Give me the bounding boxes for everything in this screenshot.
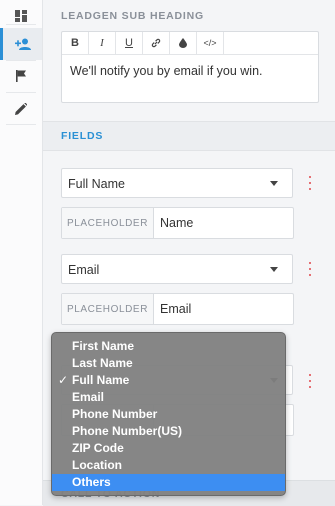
option-label: Others <box>72 475 111 489</box>
link-button[interactable] <box>143 32 170 54</box>
field-type-value: Full Name <box>68 177 125 191</box>
color-button[interactable] <box>170 32 197 54</box>
dropdown-option[interactable]: ZIP Code <box>52 440 285 457</box>
field-type-dropdown-menu[interactable]: First Name Last Name ✓ Full Name Email P… <box>51 332 286 496</box>
dropdown-option[interactable]: Phone Number(US) <box>52 423 285 440</box>
placeholder-label: PLACEHOLDER <box>62 208 154 238</box>
chevron-down-icon <box>270 181 278 186</box>
sub-heading-label: LEADGEN SUB HEADING <box>61 10 204 22</box>
option-label: ZIP Code <box>72 441 124 455</box>
dropdown-option[interactable]: Last Name <box>52 355 285 372</box>
fields-section-title: FIELDS <box>61 130 104 142</box>
sidebar-item-add-user[interactable] <box>0 28 42 60</box>
fields-section-header[interactable]: FIELDS <box>43 121 335 151</box>
checkmark-icon: ✓ <box>58 373 69 387</box>
sidebar-rail <box>0 0 43 505</box>
dropdown-option[interactable]: Location <box>52 457 285 474</box>
pencil-icon <box>15 103 27 115</box>
drop-icon <box>179 38 187 48</box>
option-label: Full Name <box>72 373 130 387</box>
dropdown-option[interactable]: First Name <box>52 338 285 355</box>
field-type-value: Email <box>68 263 100 277</box>
add-user-icon <box>14 38 31 50</box>
chevron-down-icon <box>270 267 278 272</box>
option-label: Email <box>72 390 105 404</box>
link-icon <box>151 38 161 48</box>
field-options-kebab-icon[interactable] <box>309 176 313 190</box>
sub-heading-editor[interactable]: B I U </> We'll notify you by email if y… <box>61 31 319 103</box>
option-label: Last Name <box>72 356 133 370</box>
option-label: Phone Number <box>72 407 158 421</box>
sub-heading-text[interactable]: We'll notify you by email if you win. <box>62 55 318 87</box>
sidebar-item-edit[interactable] <box>0 93 42 125</box>
bold-button[interactable]: B <box>62 32 89 54</box>
dropdown-option[interactable]: Phone Number <box>52 406 285 423</box>
placeholder-input[interactable]: Email <box>160 302 191 316</box>
rail-divider <box>6 24 36 25</box>
placeholder-label: PLACEHOLDER <box>62 294 154 324</box>
dropdown-option[interactable]: Email <box>52 389 285 406</box>
flag-icon <box>15 70 26 82</box>
option-label: Location <box>72 458 122 472</box>
placeholder-input[interactable]: Name <box>160 216 193 230</box>
field-type-select[interactable]: Email <box>61 254 293 284</box>
placeholder-group: PLACEHOLDER Email <box>61 293 294 325</box>
code-button[interactable]: </> <box>197 32 224 54</box>
editor-toolbar: B I U </> <box>62 32 318 55</box>
sidebar-item-flag[interactable] <box>0 60 42 92</box>
dashboard-icon <box>15 10 27 22</box>
rail-divider <box>6 124 36 125</box>
field-options-kebab-icon[interactable] <box>309 262 313 276</box>
field-options-kebab-icon[interactable] <box>309 374 313 388</box>
placeholder-group: PLACEHOLDER Name <box>61 207 294 239</box>
field-type-select[interactable]: Full Name <box>61 168 293 198</box>
dropdown-option-selected[interactable]: ✓ Full Name <box>52 372 285 389</box>
dropdown-option-highlighted[interactable]: Others <box>52 474 285 491</box>
italic-button[interactable]: I <box>89 32 116 54</box>
dropdown-options: First Name Last Name ✓ Full Name Email P… <box>52 333 285 491</box>
underline-button[interactable]: U <box>116 32 143 54</box>
option-label: Phone Number(US) <box>72 424 183 438</box>
option-label: First Name <box>72 339 135 353</box>
code-icon: </> <box>203 38 217 48</box>
